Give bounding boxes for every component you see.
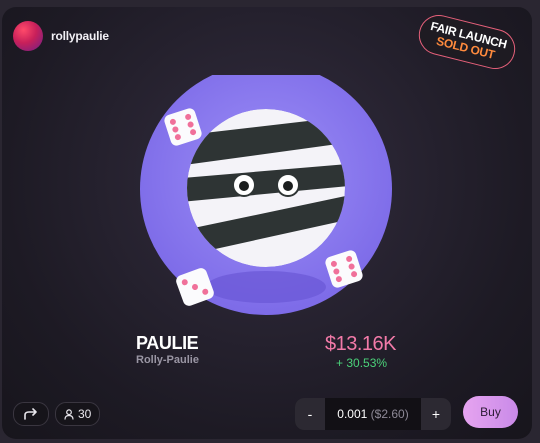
quantity-value: 0.001: [337, 407, 368, 421]
quantity-usd: ($2.60): [370, 407, 409, 421]
decrease-button[interactable]: -: [295, 398, 325, 430]
token-subtitle: Rolly-Paulie: [136, 354, 199, 366]
buy-button[interactable]: Buy: [463, 396, 518, 428]
price-change: + 30.53%: [336, 356, 388, 370]
token-card[interactable]: rollypaulie FAIR LAUNCH SOLD OUT PAULIE …: [2, 7, 532, 439]
holders-button[interactable]: 30: [55, 402, 101, 426]
fair-launch-badge: FAIR LAUNCH SOLD OUT: [414, 10, 520, 74]
creator-username: rollypaulie: [51, 29, 109, 43]
token-price: $13.16K: [325, 333, 397, 355]
token-name: PAULIE: [136, 333, 199, 353]
creator-avatar: [13, 21, 43, 51]
holders-count: 30: [78, 407, 92, 421]
share-arrow-icon: [24, 408, 37, 420]
ball-shadow: [206, 271, 326, 303]
quantity-display[interactable]: 0.001 ($2.60): [325, 407, 421, 421]
creator-info[interactable]: rollypaulie: [13, 21, 109, 51]
user-icon: [64, 408, 74, 420]
increase-button[interactable]: +: [421, 398, 451, 430]
share-button[interactable]: [13, 402, 49, 426]
quantity-stepper[interactable]: - 0.001 ($2.60) +: [295, 398, 451, 430]
token-artwork: [140, 75, 392, 315]
